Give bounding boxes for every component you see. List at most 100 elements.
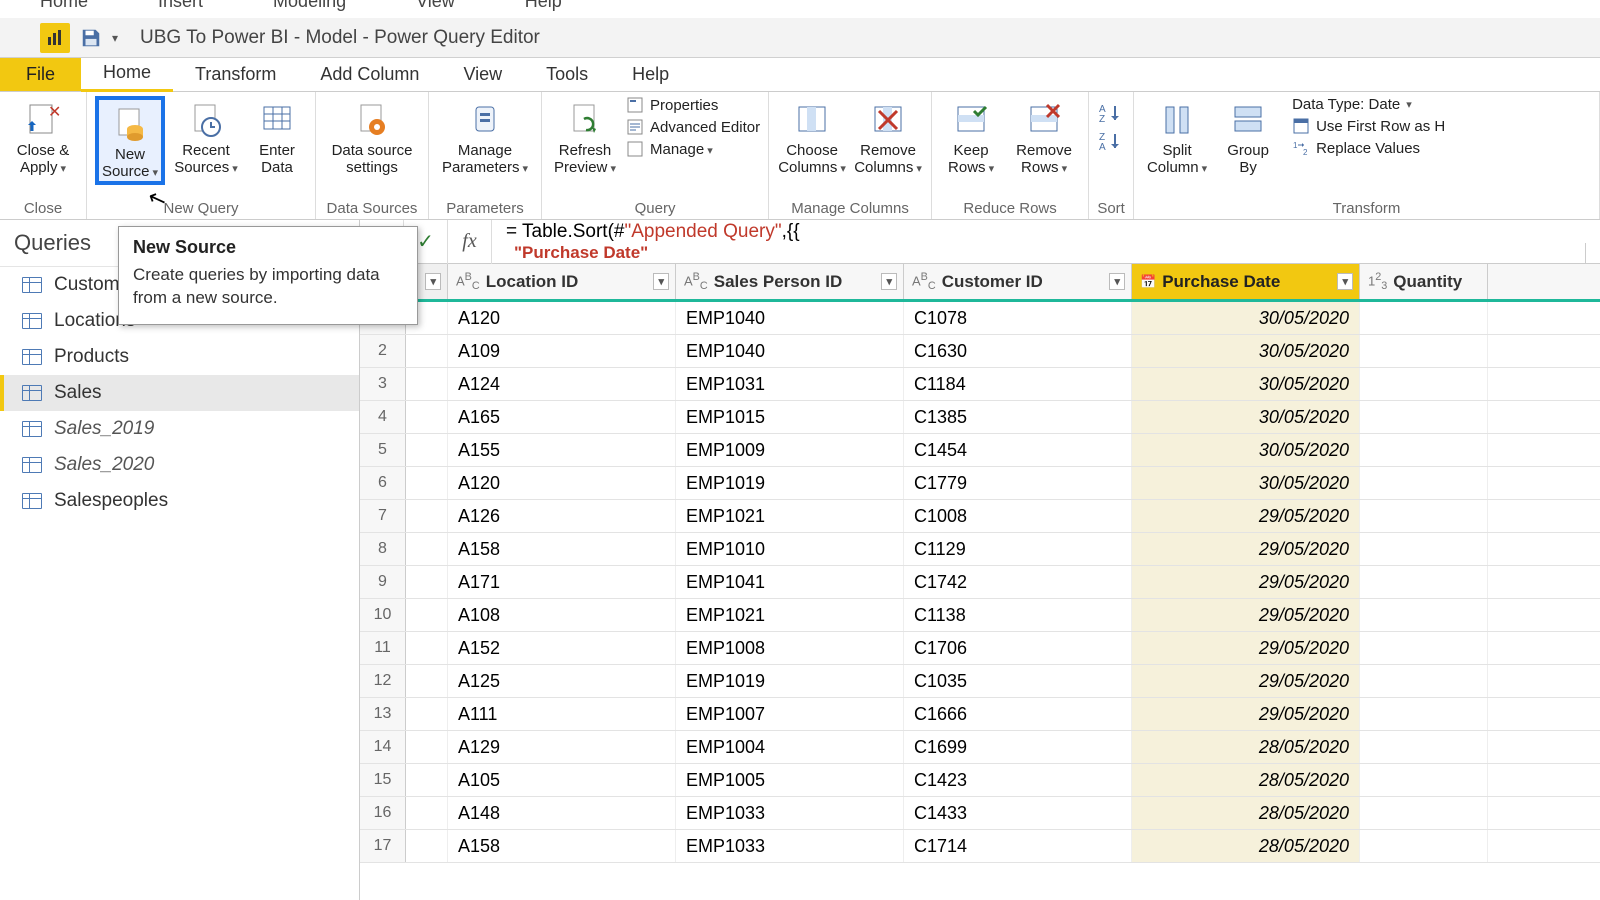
cell-sales-person-id[interactable]: EMP1040 bbox=[676, 335, 904, 367]
cell-location-id[interactable]: A152 bbox=[448, 632, 676, 664]
cell-location-id[interactable]: A120 bbox=[448, 302, 676, 334]
cell-location-id[interactable]: A108 bbox=[448, 599, 676, 631]
cell-quantity[interactable] bbox=[1360, 401, 1488, 433]
tab-file[interactable]: File bbox=[0, 58, 81, 91]
cell-customer-id[interactable]: C1008 bbox=[904, 500, 1132, 532]
cell-quantity[interactable] bbox=[1360, 797, 1488, 829]
table-row[interactable]: 7A126EMP1021C100829/05/2020 bbox=[360, 500, 1600, 533]
cell-location-id[interactable]: A109 bbox=[448, 335, 676, 367]
cell-location-id[interactable]: A165 bbox=[448, 401, 676, 433]
cell-quantity[interactable] bbox=[1360, 731, 1488, 763]
filter-icon[interactable]: ▾ bbox=[1109, 273, 1125, 290]
table-row[interactable]: 1A120EMP1040C107830/05/2020 bbox=[360, 302, 1600, 335]
cell-quantity[interactable] bbox=[1360, 368, 1488, 400]
cell-purchase-date[interactable]: 29/05/2020 bbox=[1132, 698, 1360, 730]
cell-purchase-date[interactable]: 29/05/2020 bbox=[1132, 599, 1360, 631]
column-header-purchase-date[interactable]: 📅Purchase Date▾ bbox=[1132, 264, 1360, 299]
filter-icon[interactable]: ▾ bbox=[653, 273, 669, 290]
split-column-button[interactable]: Split Column bbox=[1142, 96, 1212, 177]
column-header-sales-person-id[interactable]: ABCSales Person ID▾ bbox=[676, 264, 904, 299]
save-icon[interactable] bbox=[80, 27, 102, 49]
cell-purchase-date[interactable]: 28/05/2020 bbox=[1132, 764, 1360, 796]
cell-sales-person-id[interactable]: EMP1021 bbox=[676, 500, 904, 532]
cell-location-id[interactable]: A155 bbox=[448, 434, 676, 466]
tab-tools[interactable]: Tools bbox=[524, 58, 610, 91]
cell-sales-person-id[interactable]: EMP1033 bbox=[676, 830, 904, 862]
cell-quantity[interactable] bbox=[1360, 533, 1488, 565]
cell-purchase-date[interactable]: 29/05/2020 bbox=[1132, 566, 1360, 598]
cell-sales-person-id[interactable]: EMP1031 bbox=[676, 368, 904, 400]
table-row[interactable]: 3A124EMP1031C118430/05/2020 bbox=[360, 368, 1600, 401]
query-item-products[interactable]: Products bbox=[0, 339, 359, 375]
column-header-customer-id[interactable]: ABCCustomer ID▾ bbox=[904, 264, 1132, 299]
cell-customer-id[interactable]: C1078 bbox=[904, 302, 1132, 334]
cell-customer-id[interactable]: C1706 bbox=[904, 632, 1132, 664]
tab-add-column[interactable]: Add Column bbox=[298, 58, 441, 91]
cell-location-id[interactable]: A129 bbox=[448, 731, 676, 763]
cell-purchase-date[interactable]: 30/05/2020 bbox=[1132, 467, 1360, 499]
formula-input[interactable]: = Table.Sort(#"Appended Query",{{"Purcha… bbox=[492, 220, 1600, 263]
cell-customer-id[interactable]: C1184 bbox=[904, 368, 1132, 400]
manage-parameters-button[interactable]: Manage Parameters bbox=[437, 96, 533, 177]
table-row[interactable]: 2A109EMP1040C163030/05/2020 bbox=[360, 335, 1600, 368]
cell-location-id[interactable]: A105 bbox=[448, 764, 676, 796]
advanced-editor-button[interactable]: Advanced Editor bbox=[626, 118, 760, 136]
cell-sales-person-id[interactable]: EMP1019 bbox=[676, 467, 904, 499]
cell-location-id[interactable]: A124 bbox=[448, 368, 676, 400]
tab-view[interactable]: View bbox=[441, 58, 524, 91]
cell-purchase-date[interactable]: 30/05/2020 bbox=[1132, 302, 1360, 334]
cell-quantity[interactable] bbox=[1360, 632, 1488, 664]
table-row[interactable]: 12A125EMP1019C103529/05/2020 bbox=[360, 665, 1600, 698]
tab-home[interactable]: Home bbox=[81, 56, 173, 92]
cell-sales-person-id[interactable]: EMP1010 bbox=[676, 533, 904, 565]
cell-quantity[interactable] bbox=[1360, 764, 1488, 796]
cell-quantity[interactable] bbox=[1360, 665, 1488, 697]
query-item-sales_2019[interactable]: Sales_2019 bbox=[0, 411, 359, 447]
table-row[interactable]: 5A155EMP1009C145430/05/2020 bbox=[360, 434, 1600, 467]
cell-purchase-date[interactable]: 29/05/2020 bbox=[1132, 665, 1360, 697]
recent-sources-button[interactable]: Recent Sources bbox=[171, 96, 241, 177]
table-row[interactable]: 13A111EMP1007C166629/05/2020 bbox=[360, 698, 1600, 731]
cell-location-id[interactable]: A126 bbox=[448, 500, 676, 532]
query-item-salespeoples[interactable]: Salespeoples bbox=[0, 483, 359, 519]
parent-menu-modeling[interactable]: Modeling bbox=[273, 0, 346, 12]
tab-transform[interactable]: Transform bbox=[173, 58, 298, 91]
query-item-sales_2020[interactable]: Sales_2020 bbox=[0, 447, 359, 483]
keep-rows-button[interactable]: Keep Rows bbox=[940, 96, 1002, 177]
cell-quantity[interactable] bbox=[1360, 698, 1488, 730]
cell-location-id[interactable]: A125 bbox=[448, 665, 676, 697]
cell-quantity[interactable] bbox=[1360, 335, 1488, 367]
enter-data-button[interactable]: Enter Data bbox=[247, 96, 307, 177]
cell-quantity[interactable] bbox=[1360, 599, 1488, 631]
query-item-sales[interactable]: Sales bbox=[0, 375, 359, 411]
cell-customer-id[interactable]: C1742 bbox=[904, 566, 1132, 598]
parent-menu-view[interactable]: View bbox=[416, 0, 455, 12]
fx-icon[interactable]: fx bbox=[448, 220, 492, 264]
properties-button[interactable]: Properties bbox=[626, 96, 760, 114]
remove-rows-button[interactable]: Remove Rows bbox=[1008, 96, 1080, 177]
column-header-quantity[interactable]: 123Quantity bbox=[1360, 264, 1488, 299]
cell-customer-id[interactable]: C1454 bbox=[904, 434, 1132, 466]
cell-customer-id[interactable]: C1699 bbox=[904, 731, 1132, 763]
filter-icon[interactable]: ▾ bbox=[1337, 273, 1353, 290]
data-grid[interactable]: ▾ ABCLocation ID▾ ABCSales Person ID▾ AB… bbox=[360, 264, 1600, 900]
refresh-preview-button[interactable]: Refresh Preview bbox=[550, 96, 620, 177]
cell-purchase-date[interactable]: 29/05/2020 bbox=[1132, 632, 1360, 664]
cell-customer-id[interactable]: C1779 bbox=[904, 467, 1132, 499]
filter-icon[interactable]: ▾ bbox=[881, 273, 897, 290]
table-row[interactable]: 9A171EMP1041C174229/05/2020 bbox=[360, 566, 1600, 599]
cell-purchase-date[interactable]: 29/05/2020 bbox=[1132, 500, 1360, 532]
cell-sales-person-id[interactable]: EMP1007 bbox=[676, 698, 904, 730]
data-source-settings-button[interactable]: Data source settings bbox=[324, 96, 420, 177]
table-row[interactable]: 4A165EMP1015C138530/05/2020 bbox=[360, 401, 1600, 434]
remove-columns-button[interactable]: Remove Columns bbox=[853, 96, 923, 177]
cell-quantity[interactable] bbox=[1360, 830, 1488, 862]
cell-location-id[interactable]: A148 bbox=[448, 797, 676, 829]
cell-purchase-date[interactable]: 30/05/2020 bbox=[1132, 368, 1360, 400]
new-source-button[interactable]: New Source bbox=[95, 96, 165, 185]
table-row[interactable]: 11A152EMP1008C170629/05/2020 bbox=[360, 632, 1600, 665]
parent-menu-home[interactable]: Home bbox=[40, 0, 88, 12]
cell-location-id[interactable]: A158 bbox=[448, 830, 676, 862]
cell-location-id[interactable]: A120 bbox=[448, 467, 676, 499]
cell-customer-id[interactable]: C1129 bbox=[904, 533, 1132, 565]
